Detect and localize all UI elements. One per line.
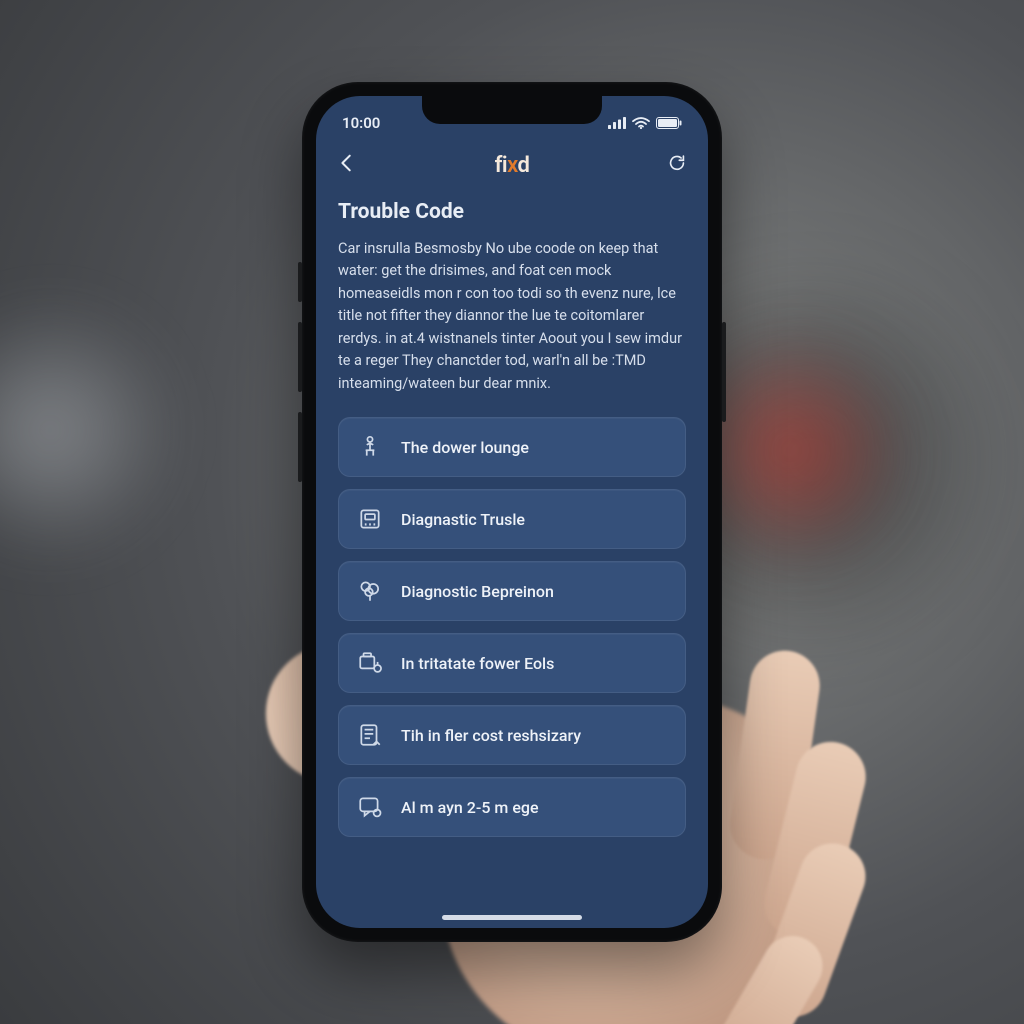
list-item-tree[interactable]: Diagnostic Bepreinon [338,561,686,621]
status-time: 10:00 [342,114,380,132]
chat-icon [355,792,385,822]
cellular-icon [608,117,626,129]
options-list: The dower lounge Diagnastic Trusle Diagn… [338,417,686,837]
home-indicator[interactable] [442,915,582,920]
phone-frame: 10:00 fixd [302,82,722,942]
list-item-tools[interactable]: In tritatate fower Eols [338,633,686,693]
refresh-button[interactable] [666,152,688,178]
list-item-lounge[interactable]: The dower lounge [338,417,686,477]
tools-icon [355,648,385,678]
battery-icon [656,117,682,129]
list-item-label: Diagnastic Trusle [401,510,525,529]
page-title: Trouble Code [338,200,686,224]
list-item-label: Al m ayn 2-5 m ege [401,798,539,817]
lounge-icon [355,432,385,462]
nav-bar: fixd [316,142,708,194]
cost-icon [355,720,385,750]
notch [422,96,602,124]
list-item-label: The dower lounge [401,438,529,457]
list-item-chat[interactable]: Al m ayn 2-5 m ege [338,777,686,837]
brand-fi: fi [495,153,508,178]
wifi-icon [632,117,650,129]
list-item-label: Diagnostic Bepreinon [401,582,554,601]
brand-d: d [518,153,530,178]
app-screen: 10:00 fixd [316,96,708,928]
diagnostic-icon [355,504,385,534]
list-item-diagnostic[interactable]: Diagnastic Trusle [338,489,686,549]
back-button[interactable] [336,152,358,178]
code-description: Car insrulla Besmosby No ube coode on ke… [338,238,686,395]
list-item-cost[interactable]: Tih in fler cost reshsizary [338,705,686,765]
brand-logo: fixd [495,153,530,178]
list-item-label: In tritatate fower Eols [401,654,554,673]
brand-x: x [507,153,517,178]
list-item-label: Tih in fler cost reshsizary [401,726,581,745]
tree-icon [355,576,385,606]
